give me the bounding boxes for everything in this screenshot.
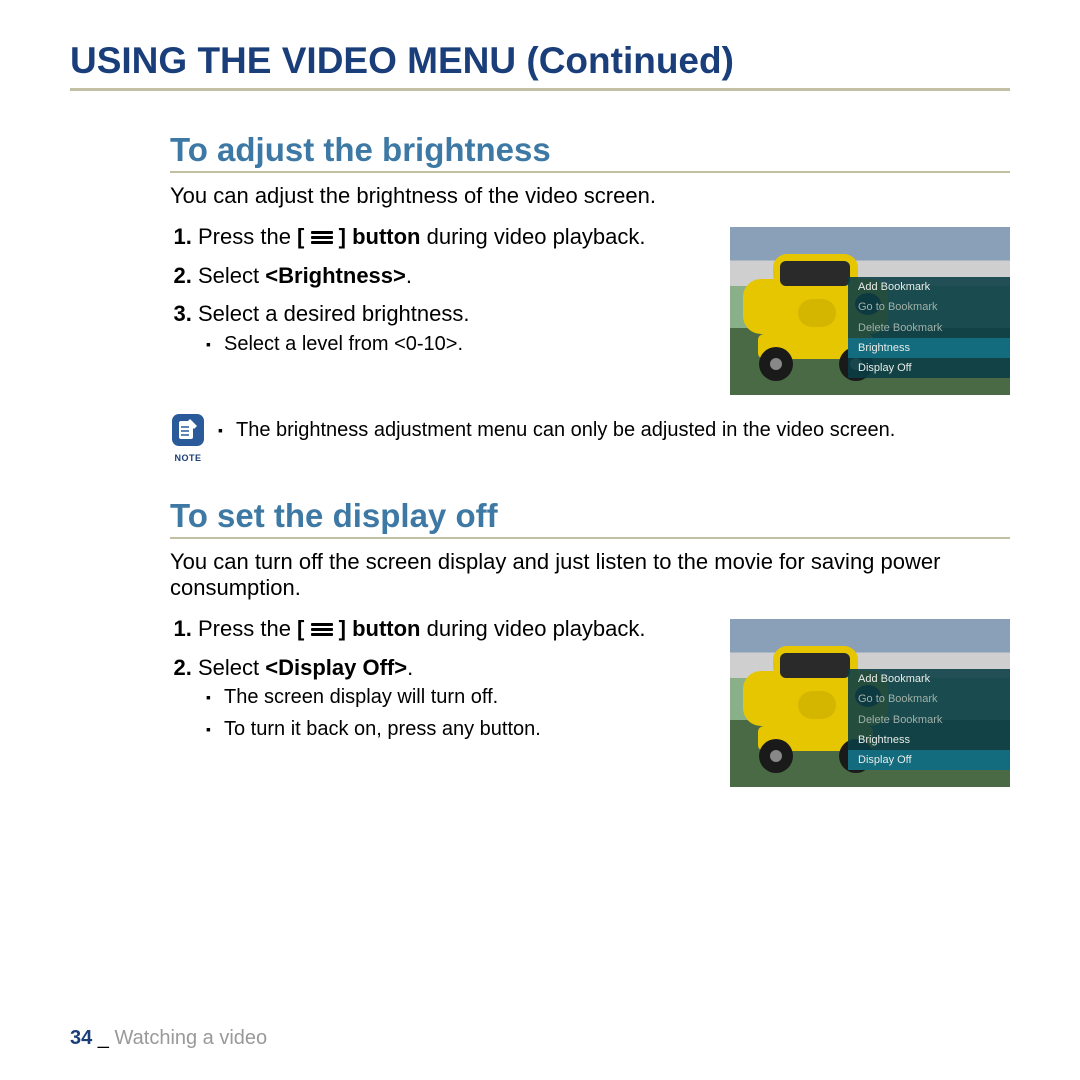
sub-bullet: Select a level from <0-10>. [224,331,710,357]
page-title: USING THE VIDEO MENU (Continued) [70,40,1010,91]
section-title: To adjust the brightness [170,131,1010,173]
device-screenshot-displayoff: Add BookmarkGo to BookmarkDelete Bookmar… [730,619,1010,787]
device-menu-item: Add Bookmark [848,669,1010,689]
device-menu-item: Go to Bookmark [848,297,1010,317]
device-menu-item: Delete Bookmark [848,710,1010,730]
page-footer: 34 _ Watching a video [70,1027,1010,1050]
device-menu-item: Brightness [848,730,1010,750]
note-row: NOTE The brightness adjustment menu can … [170,413,1010,463]
device-menu-overlay: Add BookmarkGo to BookmarkDelete Bookmar… [848,669,1010,770]
device-menu-item: Delete Bookmark [848,318,1010,338]
page-number: 34 [70,1027,92,1049]
section-title: To set the display off [170,497,1010,539]
section-brightness: To adjust the brightness You can adjust … [70,131,1010,463]
steps-list: Press the [ ] button during video playba… [170,223,710,357]
menu-icon [311,229,333,245]
manual-page: USING THE VIDEO MENU (Continued) To adju… [0,0,1080,1080]
note-icon: NOTE [170,413,206,463]
steps-column: Press the [ ] button during video playba… [170,223,710,367]
step-2: Select <Display Off>. The screen display… [198,654,710,743]
step-3: Select a desired brightness. Select a le… [198,300,710,357]
device-menu-item: Brightness [848,338,1010,358]
chapter-name: Watching a video [115,1027,268,1049]
menu-icon [311,621,333,637]
device-screenshot-brightness: Add BookmarkGo to BookmarkDelete Bookmar… [730,227,1010,395]
content-row: Press the [ ] button during video playba… [170,615,1010,787]
note-label: NOTE [170,453,206,463]
device-menu-item: Display Off [848,750,1010,770]
step-1: Press the [ ] button during video playba… [198,615,710,644]
section-intro: You can adjust the brightness of the vid… [170,183,1010,209]
sub-bullets: The screen display will turn off. To tur… [198,684,710,742]
sub-bullet: To turn it back on, press any button. [224,716,710,742]
device-menu-overlay: Add BookmarkGo to BookmarkDelete Bookmar… [848,277,1010,378]
step-2: Select <Brightness>. [198,262,710,291]
sub-bullet: The screen display will turn off. [224,684,710,710]
device-menu-item: Go to Bookmark [848,689,1010,709]
device-menu-item: Display Off [848,358,1010,378]
section-intro: You can turn off the screen display and … [170,549,1010,601]
step-1: Press the [ ] button during video playba… [198,223,710,252]
steps-list: Press the [ ] button during video playba… [170,615,710,742]
content-row: Press the [ ] button during video playba… [170,223,1010,395]
note-text: The brightness adjustment menu can only … [218,413,895,442]
device-menu-item: Add Bookmark [848,277,1010,297]
section-display-off: To set the display off You can turn off … [70,497,1010,787]
steps-column: Press the [ ] button during video playba… [170,615,710,752]
sub-bullets: Select a level from <0-10>. [198,331,710,357]
